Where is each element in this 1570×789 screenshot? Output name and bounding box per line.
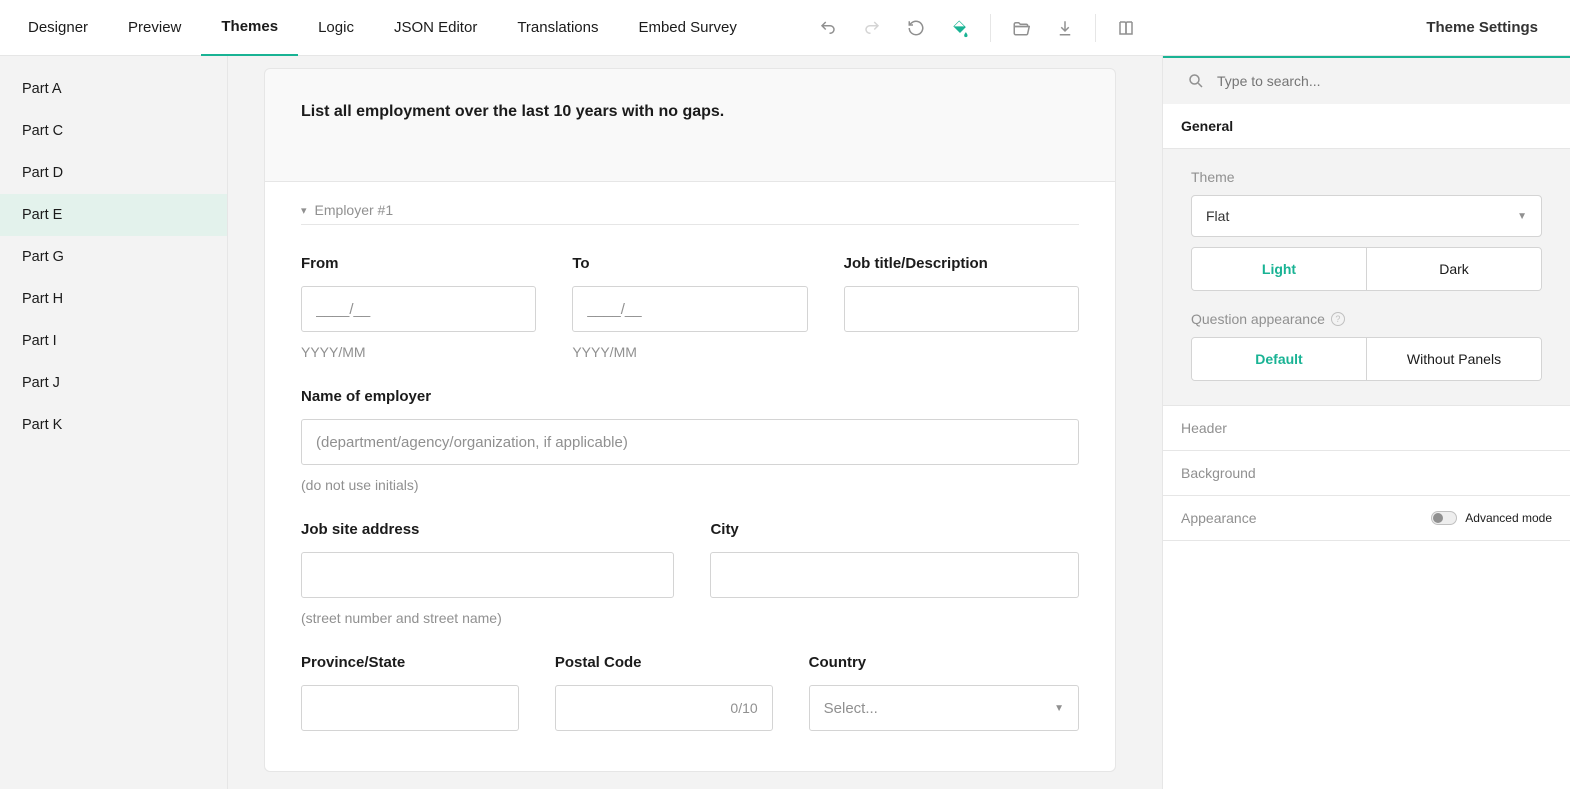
city-input[interactable] bbox=[725, 567, 1064, 584]
chevron-down-icon: ▾ bbox=[301, 204, 307, 217]
settings-search[interactable] bbox=[1163, 58, 1570, 104]
docs-button[interactable] bbox=[1106, 8, 1146, 48]
country-select[interactable]: Select...▼ bbox=[809, 685, 1079, 731]
employer-panel-title: Employer #1 bbox=[315, 202, 394, 218]
from-input[interactable] bbox=[316, 301, 521, 318]
help-icon[interactable]: ? bbox=[1331, 312, 1345, 326]
download-button[interactable] bbox=[1045, 8, 1085, 48]
mode-dark[interactable]: Dark bbox=[1366, 248, 1541, 290]
tab-logic[interactable]: Logic bbox=[298, 0, 374, 56]
qa-default[interactable]: Default bbox=[1192, 338, 1366, 380]
from-hint: YYYY/MM bbox=[301, 344, 536, 360]
advanced-mode-toggle[interactable] bbox=[1431, 511, 1457, 525]
jobtitle-label: Job title/Description bbox=[844, 255, 1079, 272]
mode-light[interactable]: Light bbox=[1192, 248, 1366, 290]
tab-embed-survey[interactable]: Embed Survey bbox=[618, 0, 756, 56]
sidebar-item-part-e[interactable]: Part E bbox=[0, 194, 227, 236]
employer-panel-header[interactable]: ▾ Employer #1 bbox=[301, 202, 1079, 225]
theme-settings-panel: General Theme Flat ▼ Light Dark Question… bbox=[1162, 56, 1570, 789]
tab-translations[interactable]: Translations bbox=[497, 0, 618, 56]
section-background[interactable]: Background bbox=[1163, 451, 1570, 496]
section-appearance: Appearance Advanced mode bbox=[1163, 496, 1570, 541]
postal-label: Postal Code bbox=[555, 654, 773, 671]
sidebar-item-part-c[interactable]: Part C bbox=[0, 110, 227, 152]
redo-button[interactable] bbox=[852, 8, 892, 48]
theme-select[interactable]: Flat ▼ bbox=[1191, 195, 1542, 237]
settings-search-input[interactable] bbox=[1217, 73, 1546, 89]
chevron-down-icon: ▼ bbox=[1517, 211, 1527, 222]
to-label: To bbox=[572, 255, 807, 272]
address-input[interactable] bbox=[316, 567, 659, 584]
province-label: Province/State bbox=[301, 654, 519, 671]
city-label: City bbox=[710, 521, 1079, 538]
question-title: List all employment over the last 10 yea… bbox=[301, 103, 1079, 121]
open-button[interactable] bbox=[1001, 8, 1041, 48]
province-input[interactable] bbox=[316, 700, 504, 717]
theme-settings-title: Theme Settings bbox=[1154, 19, 1562, 36]
toolbar bbox=[808, 8, 1154, 48]
to-hint: YYYY/MM bbox=[572, 344, 807, 360]
sidebar-item-part-g[interactable]: Part G bbox=[0, 236, 227, 278]
survey-canvas: List all employment over the last 10 yea… bbox=[228, 56, 1162, 789]
postal-counter: 0/10 bbox=[730, 700, 757, 716]
page-sidebar: Part A Part C Part D Part E Part G Part … bbox=[0, 56, 228, 789]
tab-json-editor[interactable]: JSON Editor bbox=[374, 0, 497, 56]
tab-themes[interactable]: Themes bbox=[201, 0, 298, 56]
sidebar-item-part-d[interactable]: Part D bbox=[0, 152, 227, 194]
sidebar-item-part-i[interactable]: Part I bbox=[0, 320, 227, 362]
search-icon bbox=[1187, 72, 1205, 90]
employer-label: Name of employer bbox=[301, 388, 1079, 405]
theme-label: Theme bbox=[1191, 169, 1542, 185]
tab-designer[interactable]: Designer bbox=[8, 0, 108, 56]
top-tabs: Designer Preview Themes Logic JSON Edito… bbox=[0, 0, 1570, 56]
qa-without-panels[interactable]: Without Panels bbox=[1366, 338, 1541, 380]
address-hint: (street number and street name) bbox=[301, 610, 674, 626]
sidebar-item-part-a[interactable]: Part A bbox=[0, 68, 227, 110]
sidebar-item-part-k[interactable]: Part K bbox=[0, 404, 227, 446]
chevron-down-icon: ▼ bbox=[1054, 703, 1064, 714]
advanced-mode-label: Advanced mode bbox=[1465, 511, 1552, 525]
jobtitle-input[interactable] bbox=[859, 301, 1064, 318]
from-label: From bbox=[301, 255, 536, 272]
undo-button[interactable] bbox=[808, 8, 848, 48]
theme-button[interactable] bbox=[940, 8, 980, 48]
country-label: Country bbox=[809, 654, 1079, 671]
question-appearance-toggle: Default Without Panels bbox=[1191, 337, 1542, 381]
sidebar-item-part-j[interactable]: Part J bbox=[0, 362, 227, 404]
section-general[interactable]: General bbox=[1163, 104, 1570, 149]
sidebar-item-part-h[interactable]: Part H bbox=[0, 278, 227, 320]
question-panel: List all employment over the last 10 yea… bbox=[264, 68, 1116, 772]
section-header[interactable]: Header bbox=[1163, 406, 1570, 451]
employer-hint: (do not use initials) bbox=[301, 477, 1079, 493]
theme-mode-toggle: Light Dark bbox=[1191, 247, 1542, 291]
employer-input[interactable] bbox=[316, 434, 1064, 451]
postal-input[interactable] bbox=[570, 700, 731, 717]
qa-label: Question appearance ? bbox=[1191, 311, 1542, 327]
tab-preview[interactable]: Preview bbox=[108, 0, 201, 56]
to-input[interactable] bbox=[587, 301, 792, 318]
address-label: Job site address bbox=[301, 521, 674, 538]
reset-button[interactable] bbox=[896, 8, 936, 48]
